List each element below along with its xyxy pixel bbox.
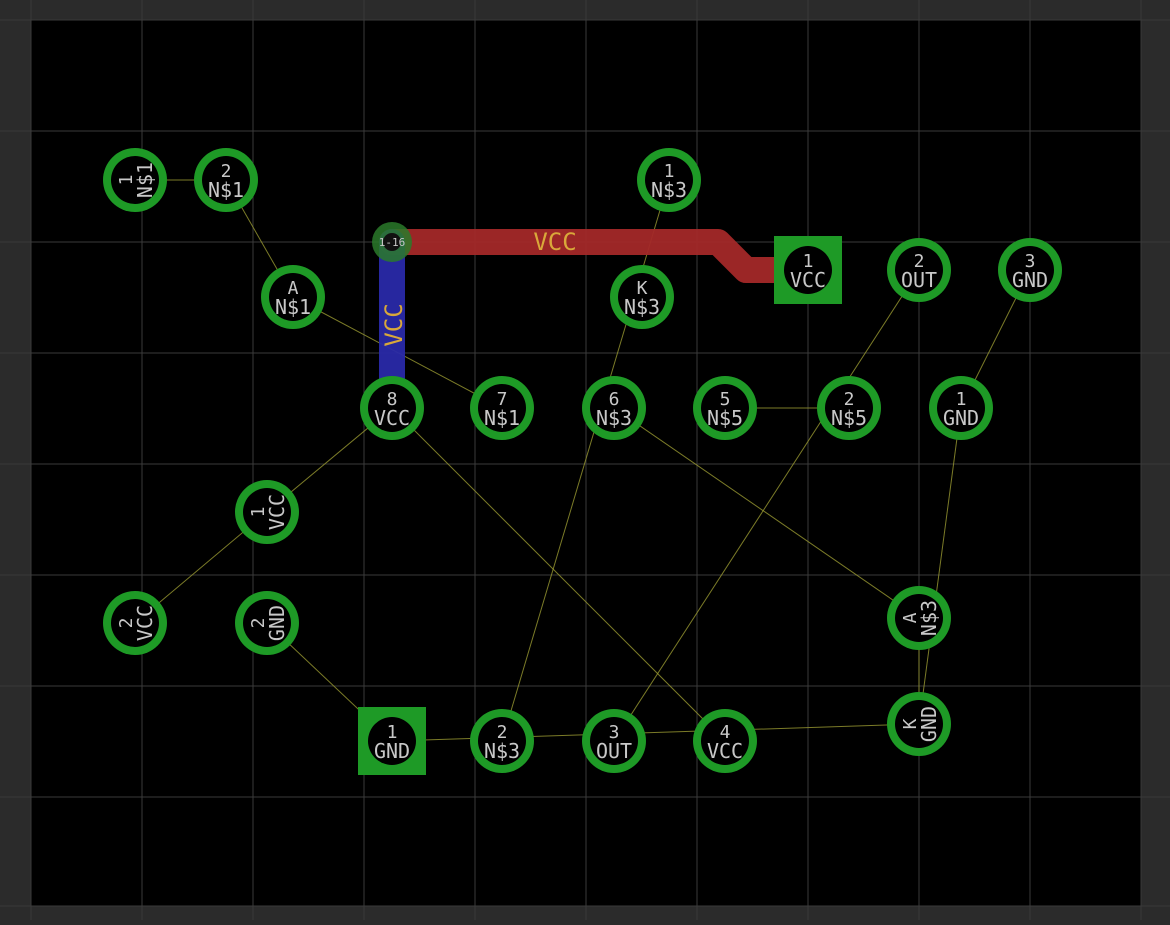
pad-net-name: OUT: [596, 739, 632, 763]
pad-n3-2[interactable]: 2N$3: [470, 709, 534, 773]
pad-net-name: GND: [374, 739, 410, 763]
pad-vcc-1[interactable]: 1VCC: [774, 236, 842, 304]
pad-vcc-4[interactable]: 4VCC: [693, 709, 757, 773]
vcc-top-trace-label: VCC: [533, 228, 576, 256]
pad-n1-2[interactable]: 2N$1: [194, 148, 258, 212]
pad-gnd-1[interactable]: 1GND: [929, 376, 993, 440]
pad-out-3[interactable]: 3OUT: [582, 709, 646, 773]
pad-net-name: N$3: [596, 406, 632, 430]
pad-net-name: GND: [1012, 268, 1048, 292]
pad-net-name: N$3: [917, 600, 941, 636]
pad-net-name: VCC: [133, 605, 157, 641]
vcc-bottom-trace-label: VCC: [380, 303, 408, 346]
pad-net-name: N$3: [624, 295, 660, 319]
pad-n5-5[interactable]: 5N$5: [693, 376, 757, 440]
pcb-editor-canvas[interactable]: 1 N$1 2 N$1 A N$1 1 N$3 K N$3 1 VCC 2 OUT 3 GND 8 VCC 7 N$1…: [0, 0, 1170, 920]
pad-out-2[interactable]: 2OUT: [887, 238, 951, 302]
via-label: 1-16: [379, 236, 406, 249]
pad-vcc-8[interactable]: 8VCC: [360, 376, 424, 440]
pad-net-name: N$1: [484, 406, 520, 430]
pad-net-name: VCC: [790, 268, 826, 292]
pad-net-name: N$1: [133, 162, 157, 198]
pad-net-name: OUT: [901, 268, 937, 292]
pad-net-name: GND: [917, 706, 941, 742]
pad-vcc-1[interactable]: 1VCC: [235, 480, 299, 544]
pad-net-name: N$3: [651, 178, 687, 202]
pad-net-name: GND: [265, 605, 289, 641]
pad-n3-k[interactable]: KN$3: [610, 265, 674, 329]
via[interactable]: 1-16: [372, 222, 412, 262]
pad-net-name: VCC: [374, 406, 410, 430]
pad-net-name: N$1: [208, 178, 244, 202]
pad-n3-a[interactable]: AN$3: [887, 586, 951, 650]
pad-gnd-k[interactable]: KGND: [887, 692, 951, 756]
pad-n5-2[interactable]: 2N$5: [817, 376, 881, 440]
pad-net-name: VCC: [707, 739, 743, 763]
pad-net-name: VCC: [265, 494, 289, 530]
pad-net-name: GND: [943, 406, 979, 430]
pad-gnd-3[interactable]: 3GND: [998, 238, 1062, 302]
pcb-board-view[interactable]: 1N$1 2N$1AN$1 1N$3 KN$3 1VCC 2OUT 3GND 8VCC 7N$1…: [0, 0, 1170, 920]
pad-net-name: N$3: [484, 739, 520, 763]
pad-net-name: N$5: [831, 406, 867, 430]
pad-n1-1[interactable]: 1N$1: [103, 148, 167, 212]
pad-net-name: N$5: [707, 406, 743, 430]
pad-vcc-2[interactable]: 2VCC: [103, 591, 167, 655]
pad-n3-6[interactable]: 6N$3: [582, 376, 646, 440]
pad-gnd-2[interactable]: 2GND: [235, 591, 299, 655]
pad-n1-a[interactable]: AN$1: [261, 265, 325, 329]
pad-n1-7[interactable]: 7N$1: [470, 376, 534, 440]
pad-n3-1[interactable]: 1N$3: [637, 148, 701, 212]
pad-net-name: N$1: [275, 295, 311, 319]
pad-gnd-1[interactable]: 1GND: [358, 707, 426, 775]
